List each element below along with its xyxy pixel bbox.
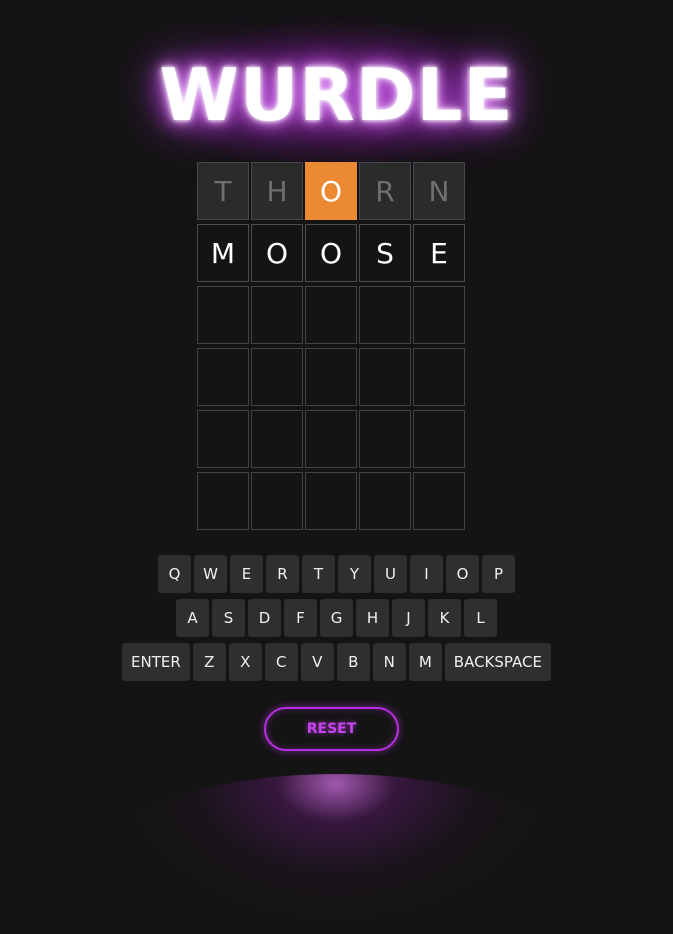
empty-tile bbox=[305, 410, 357, 468]
empty-tile bbox=[251, 472, 303, 530]
empty-tile bbox=[359, 410, 411, 468]
board-row bbox=[197, 472, 467, 530]
key-x[interactable]: X bbox=[228, 643, 262, 681]
letter-tile: N bbox=[413, 162, 465, 220]
empty-tile bbox=[359, 348, 411, 406]
key-a[interactable]: A bbox=[176, 599, 209, 637]
key-s[interactable]: S bbox=[212, 599, 245, 637]
keyboard-row: ENTER Z X C V B N M BACKSPACE bbox=[0, 643, 673, 681]
key-u[interactable]: U bbox=[374, 555, 407, 593]
empty-tile bbox=[413, 348, 465, 406]
enter-key[interactable]: ENTER bbox=[122, 643, 190, 681]
key-e[interactable]: E bbox=[230, 555, 263, 593]
guess-board: THORNMOOSE bbox=[197, 162, 467, 534]
key-h[interactable]: H bbox=[356, 599, 389, 637]
key-y[interactable]: Y bbox=[338, 555, 371, 593]
key-p[interactable]: P bbox=[482, 555, 515, 593]
key-t[interactable]: T bbox=[302, 555, 335, 593]
key-o[interactable]: O bbox=[446, 555, 479, 593]
game-title: WURDLE bbox=[159, 53, 514, 137]
board-row bbox=[197, 286, 467, 344]
key-f[interactable]: F bbox=[284, 599, 317, 637]
key-b[interactable]: B bbox=[336, 643, 370, 681]
key-v[interactable]: V bbox=[300, 643, 334, 681]
empty-tile bbox=[413, 286, 465, 344]
key-r[interactable]: R bbox=[266, 555, 299, 593]
key-w[interactable]: W bbox=[194, 555, 227, 593]
key-q[interactable]: Q bbox=[158, 555, 191, 593]
empty-tile bbox=[251, 348, 303, 406]
empty-tile bbox=[197, 286, 249, 344]
empty-tile bbox=[251, 410, 303, 468]
game-screen: WURDLE THORNMOOSE Q W E R T Y U I O P A S D F G H J K L ENT… bbox=[0, 0, 673, 934]
key-m[interactable]: M bbox=[408, 643, 442, 681]
key-j[interactable]: J bbox=[392, 599, 425, 637]
letter-tile: S bbox=[359, 224, 411, 282]
key-n[interactable]: N bbox=[372, 643, 406, 681]
letter-tile: H bbox=[251, 162, 303, 220]
letter-tile: M bbox=[197, 224, 249, 282]
empty-tile bbox=[305, 286, 357, 344]
key-l[interactable]: L bbox=[464, 599, 497, 637]
key-d[interactable]: D bbox=[248, 599, 281, 637]
board-row: MOOSE bbox=[197, 224, 467, 282]
empty-tile bbox=[359, 472, 411, 530]
board-row: THORN bbox=[197, 162, 467, 220]
key-z[interactable]: Z bbox=[192, 643, 226, 681]
keyboard-row: QWERTYUIOP bbox=[0, 555, 673, 593]
keyboard-row: ASDFGHJKL bbox=[0, 599, 673, 637]
on-screen-keyboard: Q W E R T Y U I O P A S D F G H J K L ENTER Z X C V B N M BACKSPACE bbox=[0, 555, 673, 687]
empty-tile bbox=[197, 410, 249, 468]
empty-tile bbox=[305, 472, 357, 530]
letter-tile: O bbox=[251, 224, 303, 282]
key-g[interactable]: G bbox=[320, 599, 353, 637]
backspace-key[interactable]: BACKSPACE bbox=[444, 643, 551, 681]
empty-tile bbox=[197, 348, 249, 406]
empty-tile bbox=[305, 348, 357, 406]
board-row bbox=[197, 410, 467, 468]
letter-tile: O bbox=[305, 224, 357, 282]
letter-tile: T bbox=[197, 162, 249, 220]
letter-tile: R bbox=[359, 162, 411, 220]
empty-tile bbox=[251, 286, 303, 344]
letter-tile: E bbox=[413, 224, 465, 282]
key-k[interactable]: K bbox=[428, 599, 461, 637]
empty-tile bbox=[359, 286, 411, 344]
letter-tile: O bbox=[305, 162, 357, 220]
key-i[interactable]: I bbox=[410, 555, 443, 593]
board-row bbox=[197, 348, 467, 406]
reset-button[interactable]: RESET bbox=[264, 707, 399, 751]
empty-tile bbox=[413, 472, 465, 530]
key-c[interactable]: C bbox=[264, 643, 298, 681]
empty-tile bbox=[197, 472, 249, 530]
floor-glow bbox=[106, 774, 566, 934]
empty-tile bbox=[413, 410, 465, 468]
